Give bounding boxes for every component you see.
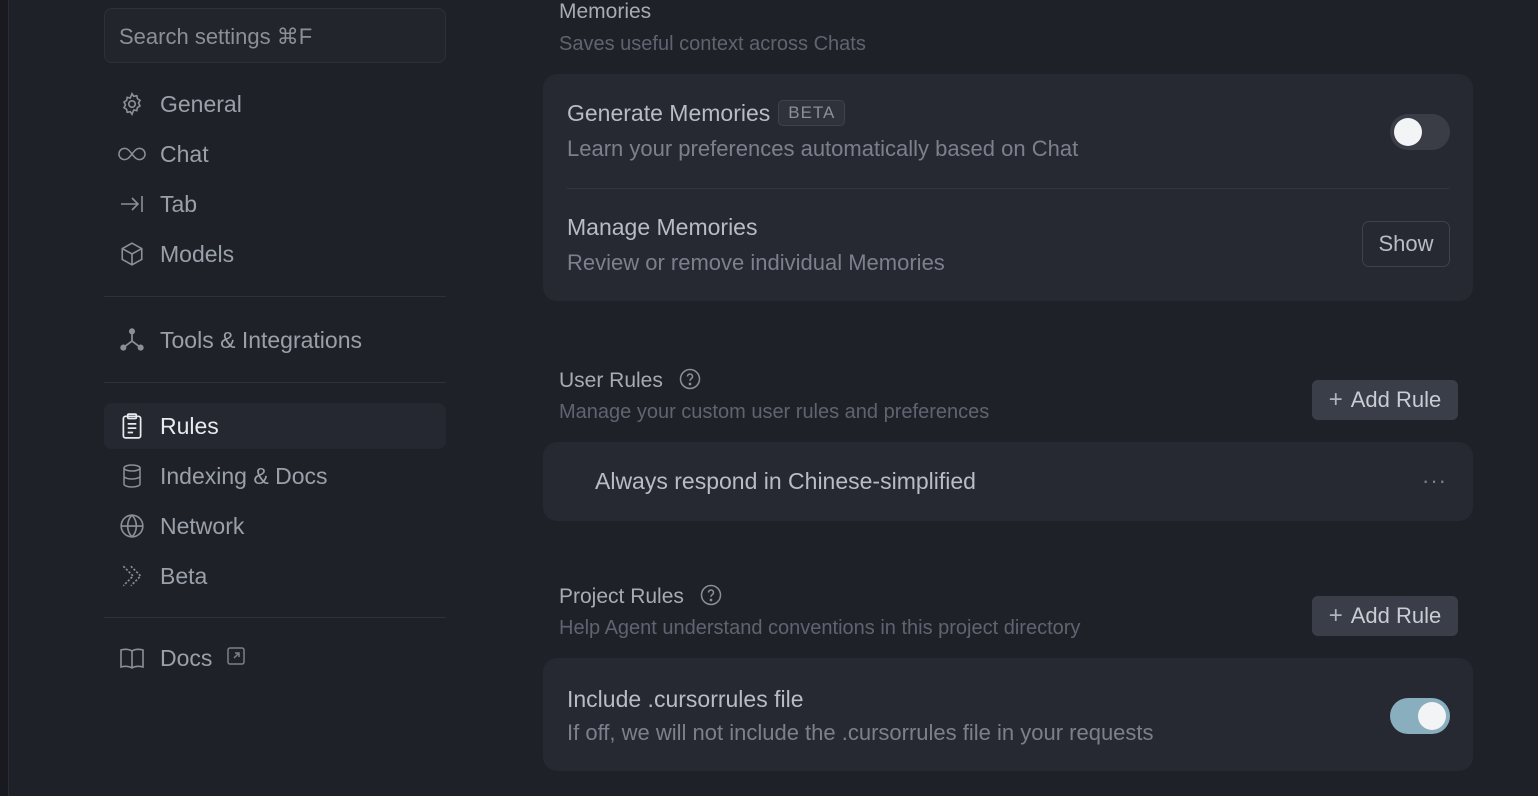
show-memories-button[interactable]: Show (1362, 221, 1450, 267)
sidebar-divider (104, 382, 446, 383)
generate-memories-subtitle: Learn your preferences automatically bas… (567, 136, 1079, 161)
sidebar-item-tools-integrations[interactable]: Tools & Integrations (104, 317, 446, 363)
sidebar-item-label: Indexing & Docs (160, 462, 328, 489)
external-link-icon (226, 645, 246, 672)
help-icon[interactable] (679, 368, 701, 396)
sidebar-item-label: Chat (160, 140, 209, 167)
sidebar-item-indexing-docs[interactable]: Indexing & Docs (104, 453, 446, 499)
cursorrules-title: Include .cursorrules file (567, 686, 804, 712)
user-rule-text[interactable]: Always respond in Chinese-simplified (595, 468, 976, 495)
generate-memories-title: Generate Memories BETA (567, 100, 846, 127)
manage-memories-title: Manage Memories (567, 214, 758, 240)
sidebar-item-label: Tools & Integrations (160, 326, 363, 353)
add-rule-label: Add Rule (1350, 387, 1442, 412)
project-rules-title: Project Rules (559, 584, 722, 612)
memories-card: Generate Memories BETA Learn your prefere… (543, 74, 1473, 301)
sidebar-item-label: General (160, 90, 242, 117)
sidebar-item-label: Docs (160, 644, 213, 671)
help-icon[interactable] (700, 584, 722, 612)
generate-memories-label: Generate Memories (567, 100, 771, 126)
project-rules-label: Project Rules (559, 585, 684, 608)
plus-icon: + (1328, 602, 1343, 629)
more-options-icon[interactable]: ··· (1422, 468, 1447, 494)
cursorrules-subtitle: If off, we will not include the .cursorr… (567, 720, 1154, 745)
sidebar-item-beta[interactable]: Beta (104, 553, 446, 599)
globe-icon (118, 512, 146, 540)
window-edge (0, 0, 9, 796)
sidebar-divider (104, 296, 446, 297)
cursorrules-card: Include .cursorrules file If off, we wil… (543, 658, 1473, 771)
add-user-rule-button[interactable]: + Add Rule (1312, 380, 1458, 420)
manage-memories-subtitle: Review or remove individual Memories (567, 250, 945, 275)
sidebar-divider (104, 617, 446, 618)
memories-subtitle: Saves useful context across Chats (559, 33, 866, 55)
sidebar-item-chat[interactable]: Chat (104, 131, 446, 177)
sidebar-item-models[interactable]: Models (104, 231, 446, 277)
plus-icon: + (1328, 386, 1343, 413)
chevrons-icon (118, 562, 146, 590)
sidebar-item-label: Beta (160, 562, 208, 589)
sidebar-item-general[interactable]: General (104, 81, 446, 127)
sidebar-item-label: Rules (160, 412, 219, 439)
toggle-knob (1418, 702, 1446, 730)
toggle-knob (1394, 118, 1422, 146)
clipboard-icon (118, 412, 146, 440)
tab-arrow-icon (118, 190, 146, 218)
memories-title: Memories (559, 0, 652, 23)
cursorrules-toggle[interactable] (1390, 698, 1450, 734)
user-rules-subtitle: Manage your custom user rules and prefer… (559, 401, 990, 423)
user-rule-card: Always respond in Chinese-simplified ··· (543, 442, 1473, 521)
gear-icon (118, 90, 146, 118)
user-rules-title: User Rules (559, 368, 701, 396)
generate-memories-toggle[interactable] (1390, 114, 1450, 150)
database-icon (118, 462, 146, 490)
sidebar-item-label: Tab (160, 190, 198, 217)
sidebar-item-tab[interactable]: Tab (104, 181, 446, 227)
book-icon (118, 644, 146, 672)
add-rule-label: Add Rule (1350, 603, 1442, 628)
sidebar-item-label: Network (160, 512, 245, 539)
network-nodes-icon (118, 326, 146, 354)
search-input[interactable]: Search settings ⌘F (104, 8, 446, 63)
sidebar-item-network[interactable]: Network (104, 503, 446, 549)
project-rules-subtitle: Help Agent understand conventions in thi… (559, 617, 1081, 639)
cube-icon (118, 240, 146, 268)
add-project-rule-button[interactable]: + Add Rule (1312, 596, 1458, 636)
card-divider (567, 188, 1449, 189)
beta-badge: BETA (778, 100, 846, 126)
sidebar-item-docs[interactable]: Docs (104, 635, 446, 681)
sidebar-item-label: Models (160, 240, 235, 267)
infinity-icon (118, 140, 146, 168)
user-rules-label: User Rules (559, 369, 663, 392)
sidebar-item-rules[interactable]: Rules (104, 403, 446, 449)
